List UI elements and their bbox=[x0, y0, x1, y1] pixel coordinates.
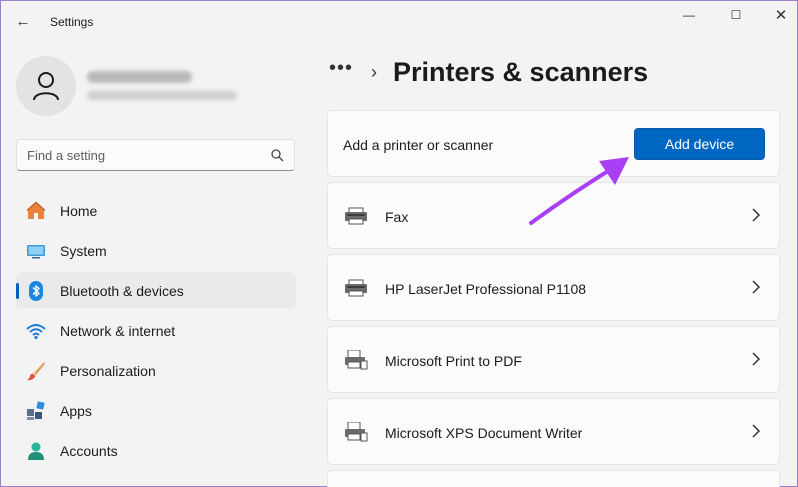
sidebar-item-personalization[interactable]: Personalization bbox=[16, 352, 296, 388]
printer-icon bbox=[345, 350, 368, 370]
user-name-redacted bbox=[87, 71, 192, 83]
sidebar-item-network-internet[interactable]: Network & internet bbox=[16, 312, 296, 348]
breadcrumb: ••• › Printers & scanners bbox=[329, 57, 648, 88]
avatar[interactable] bbox=[16, 56, 76, 116]
sidebar-item-apps[interactable]: Apps bbox=[16, 392, 296, 428]
add-device-button[interactable]: Add device bbox=[634, 128, 765, 160]
sidebar-item-label: System bbox=[60, 243, 107, 259]
sidebar-item-label: Bluetooth & devices bbox=[60, 283, 184, 299]
chevron-right-icon bbox=[752, 280, 761, 294]
annotation-arrow bbox=[529, 157, 629, 225]
sidebar-item-bluetooth-devices[interactable]: Bluetooth & devices bbox=[16, 272, 296, 308]
chevron-right-icon bbox=[752, 352, 761, 366]
printer-icon bbox=[345, 422, 368, 442]
home-icon bbox=[26, 201, 46, 219]
device-row-partial[interactable] bbox=[327, 470, 780, 487]
back-arrow-icon: ← bbox=[15, 12, 31, 30]
close-icon: ✕ bbox=[774, 7, 788, 24]
device-row-xps-writer[interactable]: Microsoft XPS Document Writer bbox=[327, 398, 780, 465]
brush-icon bbox=[27, 362, 45, 381]
search-box[interactable] bbox=[16, 139, 295, 171]
apps-icon bbox=[27, 401, 45, 420]
more-options-icon[interactable]: ••• bbox=[329, 57, 353, 80]
wifi-icon bbox=[26, 324, 46, 340]
chevron-right-icon bbox=[752, 424, 761, 438]
sidebar-item-system[interactable]: System bbox=[16, 232, 296, 268]
title-bar: ← Settings — ☐ ✕ bbox=[1, 1, 797, 41]
sidebar-item-label: Personalization bbox=[60, 363, 156, 379]
user-email-redacted bbox=[87, 91, 237, 100]
minimize-button[interactable]: — bbox=[674, 5, 704, 25]
app-title: Settings bbox=[50, 15, 94, 29]
fax-icon bbox=[345, 207, 367, 225]
device-name: Microsoft Print to PDF bbox=[385, 353, 522, 369]
sidebar-item-label: Network & internet bbox=[60, 323, 176, 339]
sidebar-nav: Home System Bluetooth & devices Network … bbox=[16, 192, 296, 472]
device-name: Fax bbox=[385, 209, 409, 225]
minimize-icon: — bbox=[683, 8, 695, 22]
selection-indicator bbox=[16, 283, 19, 299]
page-title: Printers & scanners bbox=[393, 57, 649, 87]
bluetooth-icon bbox=[29, 281, 43, 301]
device-row-print-to-pdf[interactable]: Microsoft Print to PDF bbox=[327, 326, 780, 393]
person-icon bbox=[33, 72, 59, 101]
sidebar-item-home[interactable]: Home bbox=[16, 192, 296, 228]
system-icon bbox=[27, 245, 45, 259]
search-input[interactable] bbox=[27, 148, 257, 163]
maximize-button[interactable]: ☐ bbox=[721, 5, 751, 25]
device-name: Microsoft XPS Document Writer bbox=[385, 425, 583, 441]
search-icon[interactable] bbox=[270, 148, 284, 162]
sidebar-item-label: Apps bbox=[60, 403, 92, 419]
chevron-right-icon bbox=[752, 208, 761, 222]
sidebar-item-accounts[interactable]: Accounts bbox=[16, 432, 296, 468]
maximize-icon: ☐ bbox=[730, 8, 742, 22]
back-button[interactable]: ← bbox=[13, 11, 33, 31]
breadcrumb-chevron-icon: › bbox=[371, 62, 378, 82]
device-row-hp-laserjet[interactable]: HP LaserJet Professional P1108 bbox=[327, 254, 780, 321]
device-name: HP LaserJet Professional P1108 bbox=[385, 281, 587, 297]
add-printer-label: Add a printer or scanner bbox=[343, 137, 494, 153]
printer-icon bbox=[345, 279, 367, 297]
accounts-icon bbox=[28, 442, 44, 460]
close-button[interactable]: ✕ bbox=[766, 5, 796, 25]
sidebar-item-label: Accounts bbox=[60, 443, 118, 459]
sidebar-item-label: Home bbox=[60, 203, 98, 219]
